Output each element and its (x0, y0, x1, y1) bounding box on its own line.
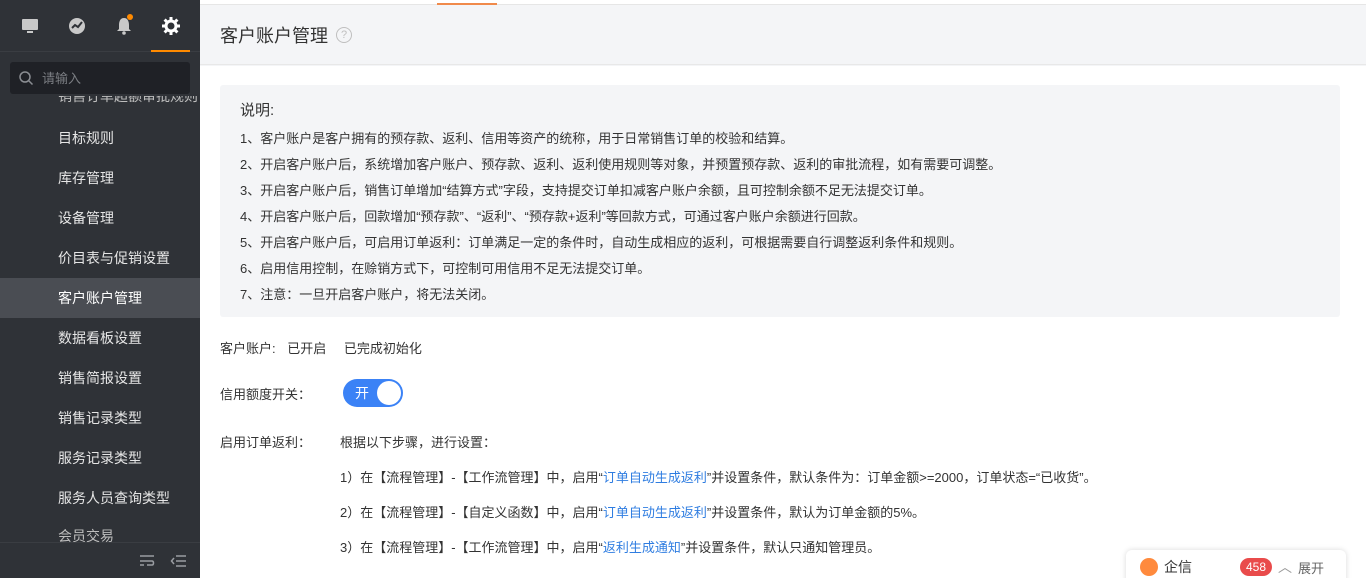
chat-expand-button[interactable]: 展开 (1298, 558, 1324, 577)
sidebar-item[interactable]: 客户账户管理 (0, 278, 200, 318)
description-heading: 说明: (240, 102, 275, 119)
step-prefix: 1）在【流程管理】-【工作流管理】中，启用“ (340, 470, 603, 485)
step-suffix: ”并设置条件，默认为订单金额的5%。 (706, 505, 926, 520)
description-line: 1、客户账户是客户拥有的预存款、返利、信用等资产的统称，用于日常销售订单的校验和… (240, 131, 794, 146)
sidebar-item[interactable]: 销售简报设置 (0, 358, 200, 398)
help-icon[interactable]: ? (336, 26, 352, 43)
rebate-step: 1）在【流程管理】-【工作流管理】中，启用“订单自动生成返利”并设置条件，默认条… (340, 467, 1097, 486)
sidebar-item[interactable]: 销售记录类型 (0, 398, 200, 438)
account-status-row: 客户账户: 已开启 已完成初始化 (220, 338, 422, 357)
tab-monitor[interactable] (6, 0, 53, 52)
sidebar-menu: 销售订单超额审批规则 目标规则 库存管理 设备管理 价目表与促销设置 客户账户管理 数据看板… (0, 96, 200, 542)
step-prefix: 2）在【流程管理】-【自定义函数】中，启用“ (340, 505, 603, 520)
description-line: 7、注意：一旦开启客户账户，将无法关闭。 (240, 287, 495, 302)
rebate-step: 3）在【流程管理】-【工作流管理】中，启用“返利生成通知”并设置条件，默认只通知… (340, 537, 880, 556)
tab-notifications[interactable] (100, 0, 147, 52)
description-line: 4、开启客户账户后，回款增加“预存款”、“返利”、“预存款+返利”等回款方式，可… (240, 209, 866, 224)
sidebar-item[interactable]: 服务记录类型 (0, 438, 200, 478)
credit-label: 信用额度开关： (220, 386, 312, 402)
sidebar-item[interactable]: 价目表与促销设置 (0, 238, 200, 278)
description-line: 5、开启客户账户后，可启用订单返利：订单满足一定的条件时，自动生成相应的返利，可… (240, 235, 963, 250)
step-link[interactable]: 订单自动生成返利 (603, 505, 707, 520)
search-icon (19, 71, 34, 86)
description-box: 说明: 1、客户账户是客户拥有的预存款、返利、信用等资产的统称，用于日常销售订单… (220, 85, 1340, 317)
scrollbar[interactable] (1360, 66, 1366, 578)
step-suffix: ”并设置条件，默认条件为：订单金额>=2000，订单状态=“已收货”。 (706, 470, 1097, 485)
sidebar: 销售订单超额审批规则目标规则库存管理设备管理价目表与促销设置客户账户管理数据看板… (0, 0, 200, 578)
step-link[interactable]: 订单自动生成返利 (603, 470, 707, 485)
dashboard-icon (68, 17, 85, 34)
sidebar-item[interactable]: 目标规则 (0, 118, 200, 158)
description-lines: 1、客户账户是客户拥有的预存款、返利、信用等资产的统称，用于日常销售订单的校验和… (240, 126, 1340, 308)
tab-dashboard[interactable] (53, 0, 100, 52)
sidebar-item[interactable]: 会员交易 (0, 518, 200, 542)
gear-icon (161, 16, 180, 35)
sidebar-item[interactable]: 服务人员查询类型 (0, 478, 200, 518)
page-header: 客户账户管理 ? (200, 5, 1366, 65)
sidebar-footer (0, 542, 200, 578)
description-line: 2、开启客户账户后，系统增加客户账户、预存款、返利、返利使用规则等对象，并预置预… (240, 157, 1002, 172)
page-title: 客户账户管理 (220, 25, 328, 46)
wrap-icon[interactable] (138, 552, 156, 570)
rebate-step: 2）在【流程管理】-【自定义函数】中，启用“订单自动生成返利”并设置条件，默认为… (340, 502, 925, 521)
credit-toggle[interactable]: 开 (343, 379, 404, 407)
description-line: 3、开启客户账户后，销售订单增加“结算方式”字段，支持提交订单扣减客户账户余额，… (240, 183, 932, 198)
sidebar-item[interactable]: 销售订单超额审批规则 (0, 96, 200, 118)
collapse-menu-icon[interactable] (170, 552, 188, 570)
chat-bubble-icon (1140, 558, 1158, 576)
main-content: 说明: 1、客户账户是客户拥有的预存款、返利、信用等资产的统称，用于日常销售订单… (200, 66, 1360, 578)
description-line: 6、启用信用控制，在赊销方式下，可控制可用信用不足无法提交订单。 (240, 261, 651, 276)
sidebar-item[interactable]: 数据看板设置 (0, 318, 200, 358)
credit-toggle-text: 开 (355, 385, 370, 401)
monitor-icon (21, 18, 38, 33)
credit-row: 信用额度开关： 开 (220, 379, 404, 407)
chat-unread-badge: 458 (1240, 558, 1273, 576)
toggle-knob (377, 381, 402, 405)
sidebar-item[interactable]: 设备管理 (0, 198, 200, 238)
chevron-up-icon: ︿ (1278, 559, 1293, 575)
rebate-lead: 根据以下步骤，进行设置： (340, 435, 497, 450)
tab-settings[interactable] (147, 0, 194, 52)
search-input[interactable] (42, 70, 172, 86)
rebate-row: 启用订单返利： 根据以下步骤，进行设置： (220, 432, 496, 451)
chat-widget[interactable]: 企信 458 ︿ 展开 (1126, 550, 1346, 578)
chat-title: 企信 (1164, 559, 1192, 575)
notification-dot (127, 13, 133, 20)
account-label: 客户账户: (220, 341, 276, 356)
account-status: 已开启 (287, 341, 327, 356)
step-prefix: 3）在【流程管理】-【工作流管理】中，启用“ (340, 540, 603, 555)
account-init-status: 已完成初始化 (343, 341, 422, 356)
step-suffix: ”并设置条件，默认只通知管理员。 (680, 540, 881, 555)
rebate-label: 启用订单返利： (220, 435, 312, 450)
sidebar-item[interactable]: 库存管理 (0, 158, 200, 198)
sidebar-top-tabs (0, 0, 200, 52)
step-link[interactable]: 返利生成通知 (603, 540, 681, 555)
sidebar-search (10, 62, 190, 94)
